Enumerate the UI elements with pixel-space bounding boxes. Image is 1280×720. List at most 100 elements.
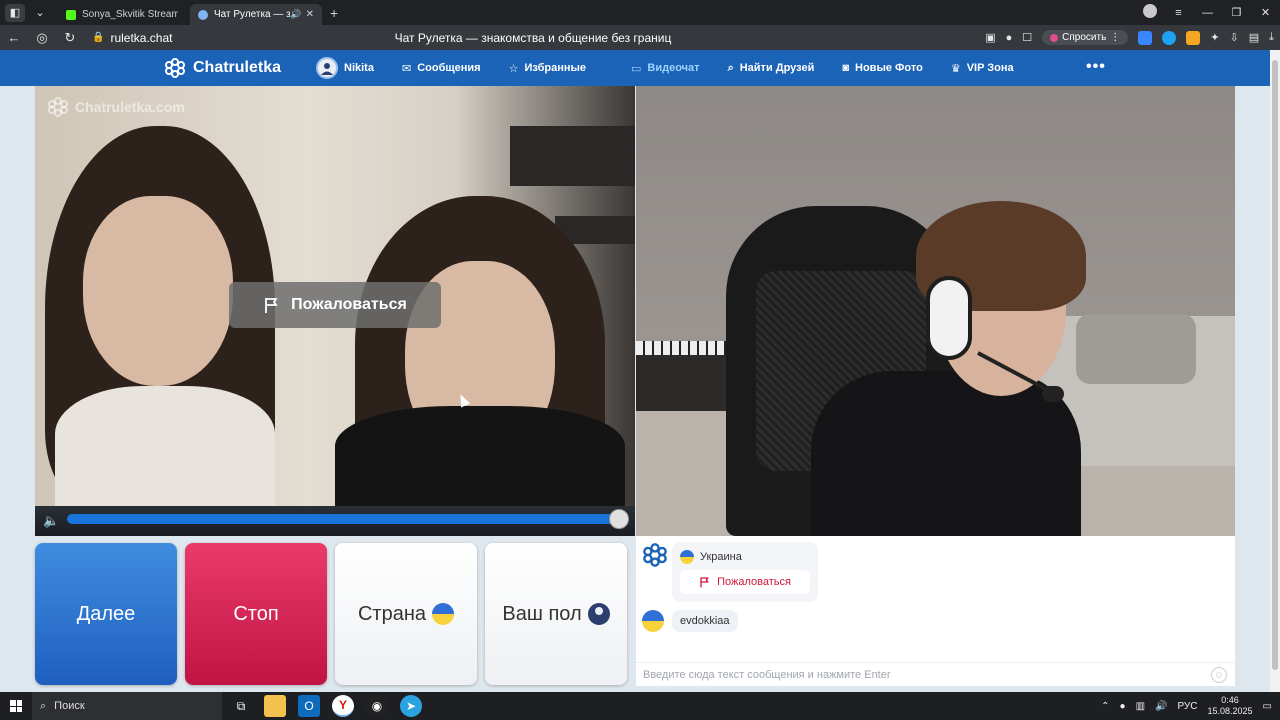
user-avatar-icon bbox=[316, 57, 338, 79]
page-scrollbar[interactable] bbox=[1270, 50, 1280, 692]
bookmark-icon[interactable]: ☐ bbox=[1022, 31, 1032, 44]
chat-report-label: Пожаловаться bbox=[717, 576, 791, 588]
ask-icon bbox=[1050, 33, 1059, 42]
tab-stream[interactable]: Sonya_Skvitik Stream - Ki bbox=[58, 4, 186, 25]
taskbar-search-label: Поиск bbox=[54, 700, 85, 712]
watermark-text: Chatruletka.com bbox=[75, 99, 185, 115]
country-button-label: Страна bbox=[357, 602, 427, 625]
microphone-icon[interactable]: ● bbox=[1006, 32, 1013, 44]
obs-icon[interactable]: ◉ bbox=[366, 695, 388, 717]
system-tray: ⌃ ● ▥ 🔊 РУС 0:46 15.08.2025 ▭ bbox=[1101, 692, 1280, 720]
extension-shazam-icon[interactable] bbox=[1162, 30, 1177, 45]
ask-label: Спросить bbox=[1062, 32, 1107, 43]
emoji-icon[interactable]: ☺ bbox=[1211, 667, 1227, 683]
search-icon: ⌕ bbox=[727, 61, 734, 74]
partner-video: Chatruletka.com Пожаловаться 🔈 bbox=[35, 86, 635, 536]
nav-videochat[interactable]: ▭ Видеочат bbox=[631, 50, 700, 86]
tab-chatruletka[interactable]: Чат Рулетка — знак 🔊 ✕ bbox=[190, 4, 322, 25]
taskbar-search[interactable]: ⌕ Поиск bbox=[32, 692, 222, 720]
address-bar-actions: ▣ ● ☐ Спросить ⋮ ✦ ⇩ ▤ ⤓ bbox=[985, 25, 1274, 50]
site-logo[interactable]: Chatruletka bbox=[164, 57, 281, 79]
chat-report-button[interactable]: Пожаловаться bbox=[680, 570, 810, 594]
chatruletka-favicon-icon bbox=[198, 9, 208, 20]
file-explorer-icon[interactable] bbox=[264, 695, 286, 717]
nav-favorites-label: Избранные bbox=[524, 62, 586, 74]
gender-button[interactable]: Ваш пол bbox=[485, 543, 627, 685]
back-icon[interactable]: ← bbox=[0, 30, 28, 45]
nav-vip-label: VIP Зона bbox=[966, 62, 1014, 74]
outlook-icon[interactable]: O bbox=[298, 695, 320, 717]
extension-orange-icon[interactable] bbox=[1186, 30, 1201, 45]
logo-text: Chatruletka bbox=[193, 59, 282, 76]
telegram-icon[interactable]: ➤ bbox=[400, 695, 422, 717]
report-overlay-button[interactable]: Пожаловаться bbox=[229, 282, 441, 328]
flag-icon bbox=[265, 298, 278, 313]
extensions-icon[interactable]: ✦ bbox=[1210, 31, 1219, 44]
notifications-icon[interactable]: ▭ bbox=[1263, 701, 1272, 712]
download-arrow-icon[interactable]: ⤓ bbox=[1269, 31, 1274, 44]
nav-messages[interactable]: ✉ Сообщения bbox=[402, 50, 481, 86]
windows-logo-icon bbox=[10, 700, 22, 712]
tray-expand-icon[interactable]: ⌃ bbox=[1101, 701, 1109, 712]
speaker-icon[interactable]: 🔊 bbox=[290, 9, 301, 20]
more-menu-icon[interactable]: ••• bbox=[1086, 58, 1106, 76]
minimize-button[interactable]: — bbox=[1193, 7, 1222, 19]
ask-button[interactable]: Спросить ⋮ bbox=[1042, 30, 1129, 45]
nav-favorites[interactable]: ☆ Избранные bbox=[509, 50, 586, 86]
url-field[interactable]: ruletka.chat bbox=[110, 31, 172, 45]
volume-slider-handle[interactable] bbox=[609, 509, 629, 529]
protect-icon[interactable]: ◎ bbox=[28, 30, 56, 46]
clock-time: 0:46 bbox=[1221, 695, 1239, 705]
envelope-icon: ✉ bbox=[401, 62, 412, 75]
tab-title: Чат Рулетка — знак bbox=[214, 9, 291, 20]
nav-find-friends[interactable]: ⌕ Найти Друзей bbox=[728, 50, 815, 86]
menu-icon[interactable]: ≡ bbox=[1164, 7, 1193, 19]
network-icon[interactable]: ▥ bbox=[1136, 701, 1145, 712]
extension-translate-icon[interactable] bbox=[1138, 30, 1153, 45]
chat-panel: Украина Пожаловаться evdokkiaa ☺ bbox=[636, 536, 1235, 686]
nav-videochat-label: Видеочат bbox=[647, 62, 700, 74]
volume-slider[interactable] bbox=[67, 514, 619, 524]
partner-country-label: Украина bbox=[700, 551, 742, 563]
clock[interactable]: 0:46 15.08.2025 bbox=[1208, 695, 1253, 717]
language-indicator[interactable]: РУС bbox=[1177, 701, 1197, 712]
ukraine-flag-icon bbox=[680, 550, 694, 564]
stop-button-label: Стоп bbox=[233, 602, 279, 625]
nav-vip-zone[interactable]: ♛ VIP Зона bbox=[951, 50, 1014, 86]
collections-icon[interactable]: ▤ bbox=[1249, 31, 1259, 44]
maximize-button[interactable]: ❐ bbox=[1222, 6, 1251, 19]
chat-message-input[interactable] bbox=[643, 668, 1203, 681]
tab-list-chevron-icon[interactable]: ⌄ bbox=[30, 4, 50, 22]
profile-icon[interactable] bbox=[1135, 4, 1164, 21]
nav-user-name: Nikita bbox=[344, 62, 374, 74]
task-view-icon[interactable]: ⧉ bbox=[230, 695, 252, 717]
partner-country: Украина bbox=[680, 550, 742, 564]
tray-mic-icon[interactable]: ● bbox=[1120, 701, 1126, 712]
close-window-button[interactable]: ✕ bbox=[1251, 6, 1280, 19]
tab-actions-icon[interactable]: ◧ bbox=[5, 3, 25, 22]
lock-icon[interactable]: 🔒 bbox=[92, 32, 104, 43]
volume-icon[interactable]: 🔈 bbox=[43, 513, 59, 529]
country-button[interactable]: Страна bbox=[335, 543, 477, 685]
downloads-icon[interactable]: ⇩ bbox=[1230, 31, 1239, 44]
chatruletka-logo-icon bbox=[165, 58, 185, 78]
next-button[interactable]: Далее bbox=[35, 543, 177, 685]
camera-icon[interactable]: ▣ bbox=[985, 31, 995, 44]
gender-button-label: Ваш пол bbox=[502, 602, 582, 625]
chat-input-bar: ☺ bbox=[636, 662, 1235, 686]
reload-icon[interactable]: ↻ bbox=[56, 30, 84, 46]
start-button[interactable] bbox=[0, 692, 32, 720]
site-watermark: Chatruletka.com bbox=[47, 96, 185, 118]
scrollbar-thumb[interactable] bbox=[1272, 60, 1278, 670]
crown-icon: ♛ bbox=[950, 62, 961, 75]
close-tab-icon[interactable]: ✕ bbox=[306, 9, 314, 20]
clock-date: 15.08.2025 bbox=[1207, 706, 1253, 716]
nav-user-profile[interactable]: Nikita bbox=[316, 50, 374, 86]
yandex-browser-icon[interactable]: Y bbox=[332, 695, 354, 717]
new-tab-button[interactable]: + bbox=[330, 5, 338, 21]
nav-messages-label: Сообщения bbox=[417, 62, 481, 74]
chatruletka-logo-icon bbox=[643, 543, 667, 567]
volume-tray-icon[interactable]: 🔊 bbox=[1155, 701, 1167, 712]
nav-new-photos[interactable]: ◙ Новые Фото bbox=[842, 50, 922, 86]
stop-button[interactable]: Стоп bbox=[185, 543, 327, 685]
